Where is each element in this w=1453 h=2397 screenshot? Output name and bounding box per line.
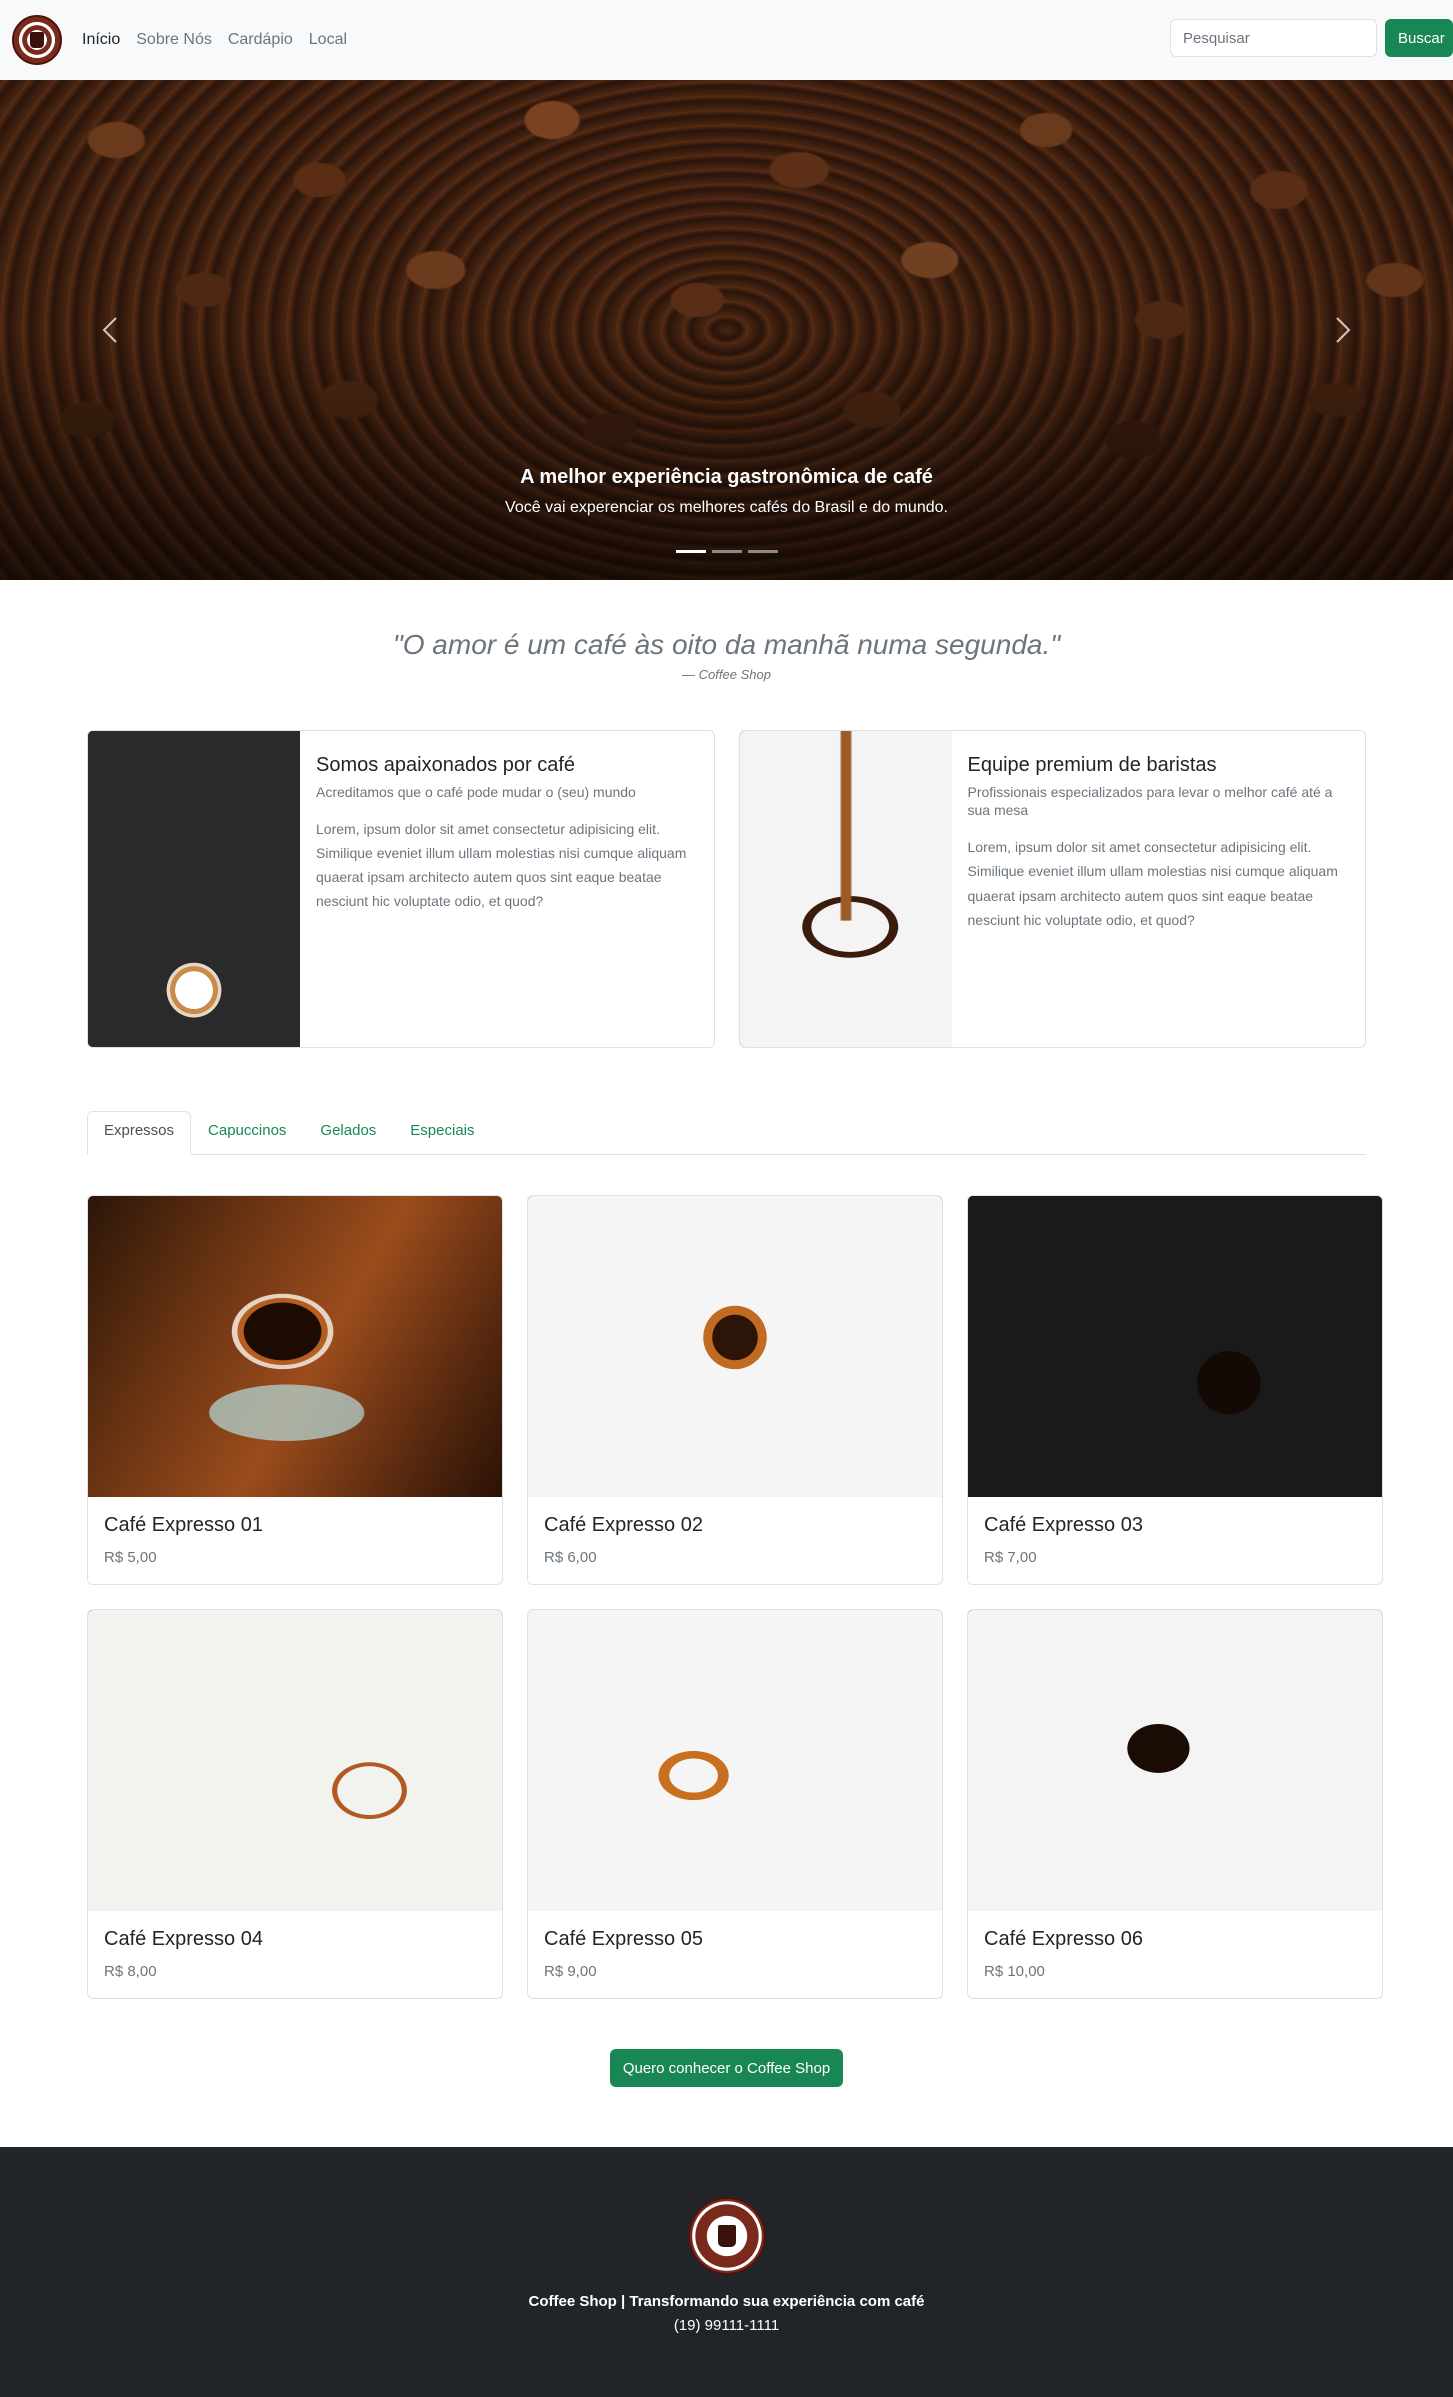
product-body: Café Expresso 01 R$ 5,00 bbox=[88, 1497, 502, 1582]
feature-title: Equipe premium de baristas bbox=[967, 754, 1217, 776]
tab-expressos[interactable]: Expressos bbox=[87, 1111, 192, 1155]
carousel-next-button[interactable] bbox=[1318, 290, 1368, 370]
feature-body: Equipe premium de baristas Profissionais… bbox=[952, 731, 1366, 1047]
nav-links: Início Sobre Nós Cardápio Local bbox=[74, 23, 355, 57]
product-body: Café Expresso 04 R$ 8,00 bbox=[88, 1911, 502, 1996]
footer-title: Coffee Shop | Transformando sua experiên… bbox=[528, 2293, 925, 2310]
feature-body: Somos apaixonados por café Acreditamos q… bbox=[300, 731, 714, 1047]
product-name: Café Expresso 03 bbox=[984, 1514, 1143, 1536]
nav-link-sobre-nos[interactable]: Sobre Nós bbox=[128, 23, 220, 57]
product-price: R$ 5,00 bbox=[104, 1549, 157, 1566]
feature-image-pour bbox=[739, 731, 952, 1047]
product-card[interactable]: Café Expresso 05 R$ 9,00 bbox=[527, 1609, 943, 1999]
tab-especiais[interactable]: Especiais bbox=[393, 1111, 491, 1155]
chevron-left-icon bbox=[102, 317, 117, 343]
product-body: Café Expresso 06 R$ 10,00 bbox=[968, 1911, 1382, 1996]
carousel-prev-button[interactable] bbox=[85, 290, 135, 370]
product-name: Café Expresso 01 bbox=[104, 1514, 263, 1536]
footer-phone: (19) 99111-1111 bbox=[673, 2317, 780, 2334]
product-body: Café Expresso 05 R$ 9,00 bbox=[528, 1911, 942, 1996]
product-card[interactable]: Café Expresso 02 R$ 6,00 bbox=[527, 1195, 943, 1585]
nav-link-local[interactable]: Local bbox=[301, 23, 355, 57]
product-name: Café Expresso 04 bbox=[104, 1928, 263, 1950]
product-image bbox=[88, 1196, 502, 1497]
feature-image-latte bbox=[88, 731, 300, 1047]
carousel-indicators bbox=[0, 550, 1453, 553]
product-body: Café Expresso 03 R$ 7,00 bbox=[968, 1497, 1382, 1582]
chevron-right-icon bbox=[1336, 317, 1351, 343]
product-price: R$ 8,00 bbox=[104, 1963, 157, 1980]
search-form: Buscar bbox=[1170, 19, 1453, 57]
product-name: Café Expresso 02 bbox=[544, 1514, 703, 1536]
carousel-indicator-1[interactable] bbox=[675, 550, 706, 553]
search-input[interactable] bbox=[1170, 19, 1377, 57]
brand-logo[interactable] bbox=[12, 15, 62, 65]
cta-button[interactable]: Quero conhecer o Coffee Shop bbox=[609, 2049, 844, 2087]
footer: Coffee Shop | Transformando sua experiên… bbox=[0, 2147, 1453, 2397]
product-image bbox=[528, 1610, 942, 1911]
menu-tabs: Expressos Capuccinos Gelados Especiais bbox=[87, 1111, 1366, 1155]
product-card[interactable]: Café Expresso 03 R$ 7,00 bbox=[967, 1195, 1383, 1585]
product-image bbox=[88, 1610, 502, 1911]
product-name: Café Expresso 06 bbox=[984, 1928, 1143, 1950]
tab-capuccinos[interactable]: Capuccinos bbox=[191, 1111, 303, 1155]
product-image bbox=[968, 1610, 1382, 1911]
quote-source: — Coffee Shop bbox=[682, 667, 771, 682]
product-card[interactable]: Café Expresso 01 R$ 5,00 bbox=[87, 1195, 503, 1585]
feature-card: Somos apaixonados por café Acreditamos q… bbox=[87, 730, 715, 1048]
quote-section: "O amor é um café às oito da manhã numa … bbox=[0, 580, 1453, 730]
hero-carousel: A melhor experiência gastronômica de caf… bbox=[0, 80, 1453, 580]
quote-text: "O amor é um café às oito da manhã numa … bbox=[392, 629, 1061, 660]
carousel-subtitle: Você vai experenciar os melhores cafés d… bbox=[505, 499, 948, 516]
carousel-indicator-2[interactable] bbox=[711, 550, 742, 553]
carousel-title: A melhor experiência gastronômica de caf… bbox=[520, 466, 933, 488]
nav-link-inicio[interactable]: Início bbox=[74, 23, 128, 57]
coffee-cup-icon bbox=[717, 2225, 736, 2247]
feature-title: Somos apaixonados por café bbox=[316, 754, 576, 776]
feature-text: Lorem, ipsum dolor sit amet consectetur … bbox=[316, 821, 687, 910]
navbar: Início Sobre Nós Cardápio Local Buscar bbox=[0, 0, 1453, 80]
product-price: R$ 10,00 bbox=[984, 1963, 1045, 1980]
tab-gelados[interactable]: Gelados bbox=[303, 1111, 393, 1155]
carousel-indicator-3[interactable] bbox=[747, 550, 778, 553]
product-card[interactable]: Café Expresso 04 R$ 8,00 bbox=[87, 1609, 503, 1999]
cta-section: Quero conhecer o Coffee Shop bbox=[0, 1999, 1453, 2147]
feature-card: Equipe premium de baristas Profissionais… bbox=[738, 730, 1366, 1048]
product-card[interactable]: Café Expresso 06 R$ 10,00 bbox=[967, 1609, 1383, 1999]
feature-subtitle: Profissionais especializados para levar … bbox=[967, 784, 1333, 819]
carousel-caption: A melhor experiência gastronômica de caf… bbox=[0, 466, 1453, 517]
product-price: R$ 6,00 bbox=[544, 1549, 597, 1566]
search-button[interactable]: Buscar bbox=[1385, 19, 1453, 57]
footer-logo bbox=[687, 2197, 766, 2275]
product-price: R$ 7,00 bbox=[984, 1549, 1037, 1566]
product-body: Café Expresso 02 R$ 6,00 bbox=[528, 1497, 942, 1582]
feature-text: Lorem, ipsum dolor sit amet consectetur … bbox=[967, 839, 1338, 928]
nav-link-cardapio[interactable]: Cardápio bbox=[220, 23, 301, 57]
product-name: Café Expresso 05 bbox=[544, 1928, 703, 1950]
coffee-cup-icon bbox=[30, 32, 44, 48]
product-price: R$ 9,00 bbox=[544, 1963, 597, 1980]
feature-subtitle: Acreditamos que o café pode mudar o (seu… bbox=[316, 784, 636, 800]
products-grid: Café Expresso 01 R$ 5,00 Café Expresso 0… bbox=[0, 1155, 1453, 1999]
features-section: Somos apaixonados por café Acreditamos q… bbox=[0, 730, 1453, 1048]
product-image bbox=[968, 1196, 1382, 1497]
product-image bbox=[528, 1196, 942, 1497]
